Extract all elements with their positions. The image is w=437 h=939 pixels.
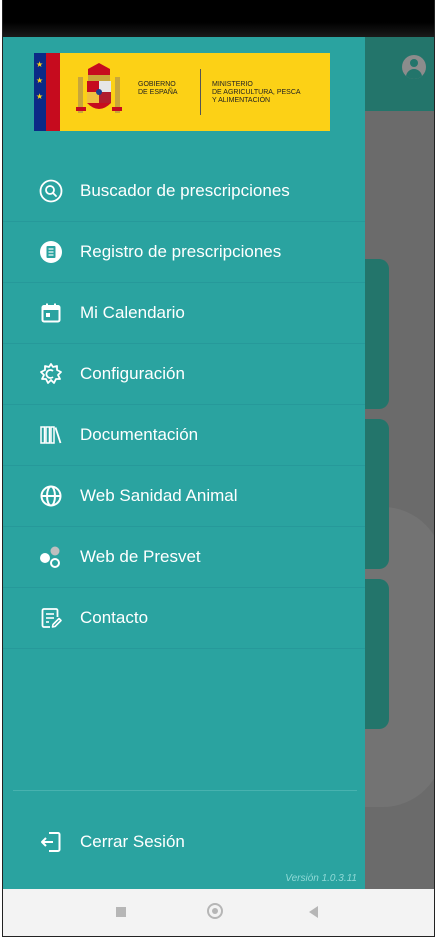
menu-item-configuracion[interactable]: Configuración xyxy=(3,344,365,405)
menu-item-label: Web Sanidad Animal xyxy=(80,486,238,505)
menu-item-web-presvet[interactable]: Web de Presvet xyxy=(3,527,365,588)
menu-item-registro[interactable]: Registro de prescripciones xyxy=(3,222,365,283)
menu-item-label: Documentación xyxy=(80,425,199,444)
navigation-drawer: ★ ★ ★ GOBIERNO DE ESPAÑA MINISTERIO DE A… xyxy=(3,37,365,889)
version-label: Versión 1.0.3.11 xyxy=(285,873,357,884)
coat-of-arms-icon xyxy=(76,63,122,113)
document-list-icon xyxy=(40,241,62,263)
menu-item-documentacion[interactable]: Documentación xyxy=(3,405,365,466)
divider xyxy=(13,790,357,791)
presvet-icon xyxy=(40,546,60,568)
menu-item-label: Buscador de prescripciones xyxy=(80,181,290,200)
system-navigation-bar xyxy=(3,889,434,936)
logout-label: Cerrar Sesión xyxy=(80,832,185,851)
recent-apps-icon[interactable] xyxy=(116,907,126,917)
account-icon xyxy=(402,55,426,79)
search-icon xyxy=(39,179,63,203)
menu-item-label: Web de Presvet xyxy=(80,547,201,566)
library-icon xyxy=(40,426,62,444)
eu-flag-stripe: ★ ★ ★ xyxy=(34,53,46,131)
logout-button[interactable]: Cerrar Sesión xyxy=(3,812,365,872)
spain-flag-stripe xyxy=(46,53,60,131)
logout-icon xyxy=(41,832,61,852)
drawer-menu: Buscador de prescripciones Registro de p… xyxy=(3,161,365,649)
menu-item-contacto[interactable]: Contacto xyxy=(3,588,365,649)
settings-icon xyxy=(40,363,62,384)
globe-icon xyxy=(40,485,62,507)
phone-screen: ★ ★ ★ GOBIERNO DE ESPAÑA MINISTERIO DE A… xyxy=(3,0,434,936)
menu-item-web-sanidad-animal[interactable]: Web Sanidad Animal xyxy=(3,466,365,527)
ministry-label: MINISTERIO DE AGRICULTURA, PESCA Y ALIME… xyxy=(212,81,301,104)
menu-item-label: Contacto xyxy=(80,608,149,627)
menu-item-buscador[interactable]: Buscador de prescripciones xyxy=(3,161,365,222)
government-label: GOBIERNO DE ESPAÑA xyxy=(138,81,178,96)
calendar-icon xyxy=(41,303,61,323)
back-icon[interactable] xyxy=(309,906,318,918)
menu-item-label: Mi Calendario xyxy=(80,303,185,322)
ministry-logo: ★ ★ ★ GOBIERNO DE ESPAÑA MINISTERIO DE A… xyxy=(34,53,330,131)
home-icon[interactable] xyxy=(207,903,223,919)
contact-form-icon xyxy=(41,608,62,628)
menu-item-label: Registro de prescripciones xyxy=(80,242,282,261)
menu-item-calendario[interactable]: Mi Calendario xyxy=(3,283,365,344)
menu-item-label: Configuración xyxy=(80,364,185,383)
status-bar xyxy=(3,0,434,37)
logo-divider xyxy=(200,69,201,115)
